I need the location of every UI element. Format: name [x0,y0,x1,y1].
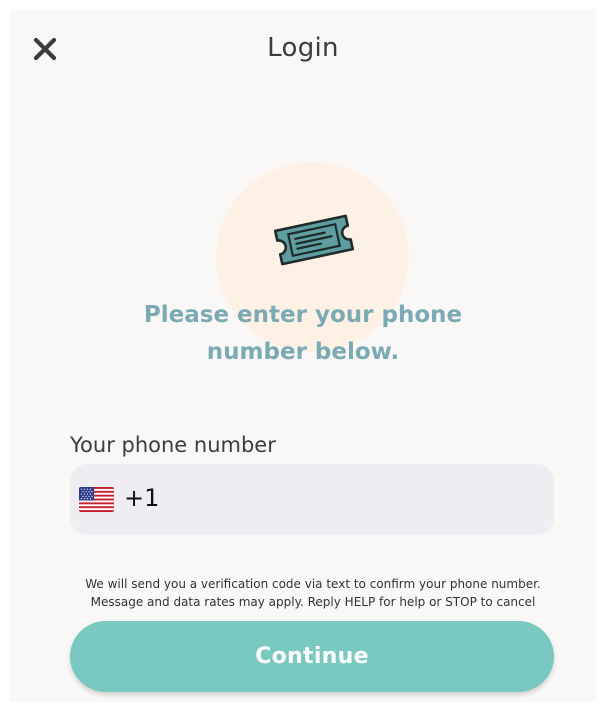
sms-disclaimer-line2: Message and data rates may apply. Reply … [90,595,536,609]
phone-field-label: Your phone number [70,433,276,457]
continue-button[interactable]: Continue [70,621,554,692]
page-title: Login [267,33,339,63]
phone-prompt-line2: number below. [206,339,400,365]
sms-disclaimer-line1: We will send you a verification code via… [85,577,541,591]
phone-number-input[interactable]: +1 [70,464,554,535]
country-dial-code: +1 [124,484,160,512]
us-flag-icon[interactable] [79,487,114,512]
sms-disclaimer: We will send you a verification code via… [10,575,596,611]
ticket-icon [270,209,358,271]
phone-prompt: Please enter your phone number below. [10,297,596,371]
login-screen: Login Please enter your phone number bel… [10,9,596,702]
phone-prompt-line1: Please enter your phone [143,302,463,328]
